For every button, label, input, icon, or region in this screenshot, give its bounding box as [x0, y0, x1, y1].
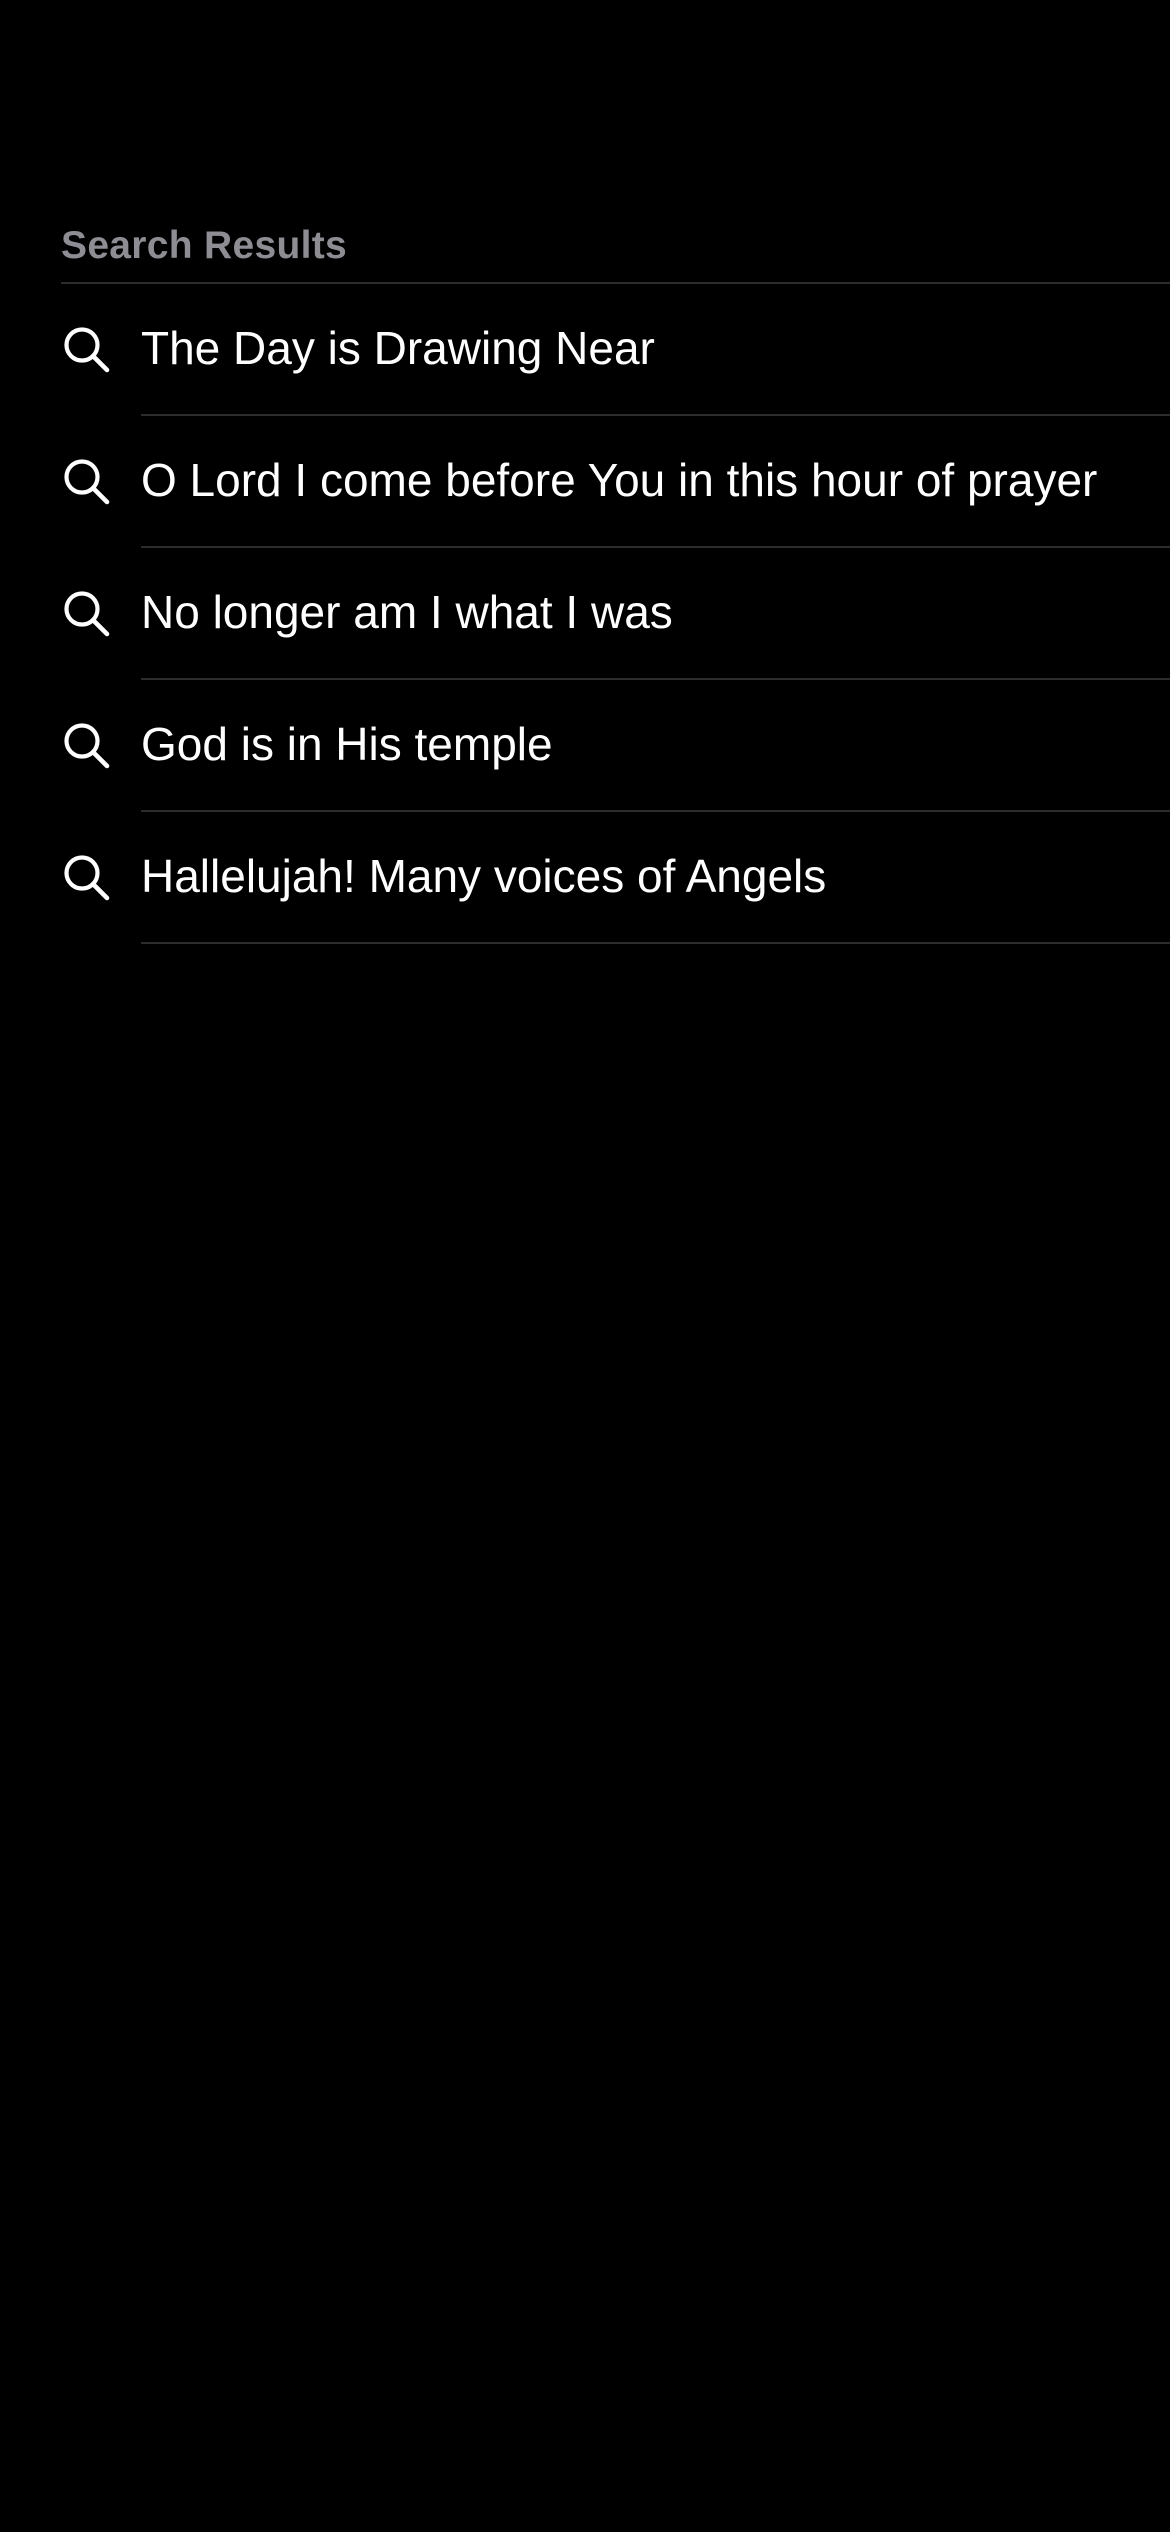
search-icon — [64, 855, 110, 901]
search-results-section: Search Results The Day is Drawing Near O — [0, 218, 1170, 944]
section-header: Search Results — [61, 218, 1170, 284]
search-result-label: God is in His temple — [141, 718, 553, 770]
search-icon — [64, 723, 110, 769]
search-result-row[interactable]: The Day is Drawing Near — [0, 284, 1170, 416]
search-result-cell: God is in His temple — [141, 680, 1170, 812]
search-result-cell: O Lord I come before You in this hour of… — [141, 416, 1170, 548]
search-result-label: No longer am I what I was — [141, 586, 673, 638]
search-result-label: O Lord I come before You in this hour of… — [141, 454, 1098, 506]
screen: Search Results The Day is Drawing Near O — [0, 0, 1170, 2532]
search-icon — [64, 459, 110, 505]
search-result-row[interactable]: Hallelujah! Many voices of Angels — [0, 812, 1170, 944]
search-results-list: The Day is Drawing Near O Lord I come be… — [0, 284, 1170, 944]
search-result-row[interactable]: No longer am I what I was — [0, 548, 1170, 680]
search-result-label: Hallelujah! Many voices of Angels — [141, 850, 827, 902]
search-result-cell: The Day is Drawing Near — [141, 284, 1170, 416]
search-icon — [64, 591, 110, 637]
section-header-label: Search Results — [61, 224, 347, 267]
search-result-row[interactable]: O Lord I come before You in this hour of… — [0, 416, 1170, 548]
search-result-label: The Day is Drawing Near — [141, 322, 655, 374]
search-icon — [64, 327, 110, 373]
search-result-cell: No longer am I what I was — [141, 548, 1170, 680]
search-result-cell: Hallelujah! Many voices of Angels — [141, 812, 1170, 944]
search-result-row[interactable]: God is in His temple — [0, 680, 1170, 812]
